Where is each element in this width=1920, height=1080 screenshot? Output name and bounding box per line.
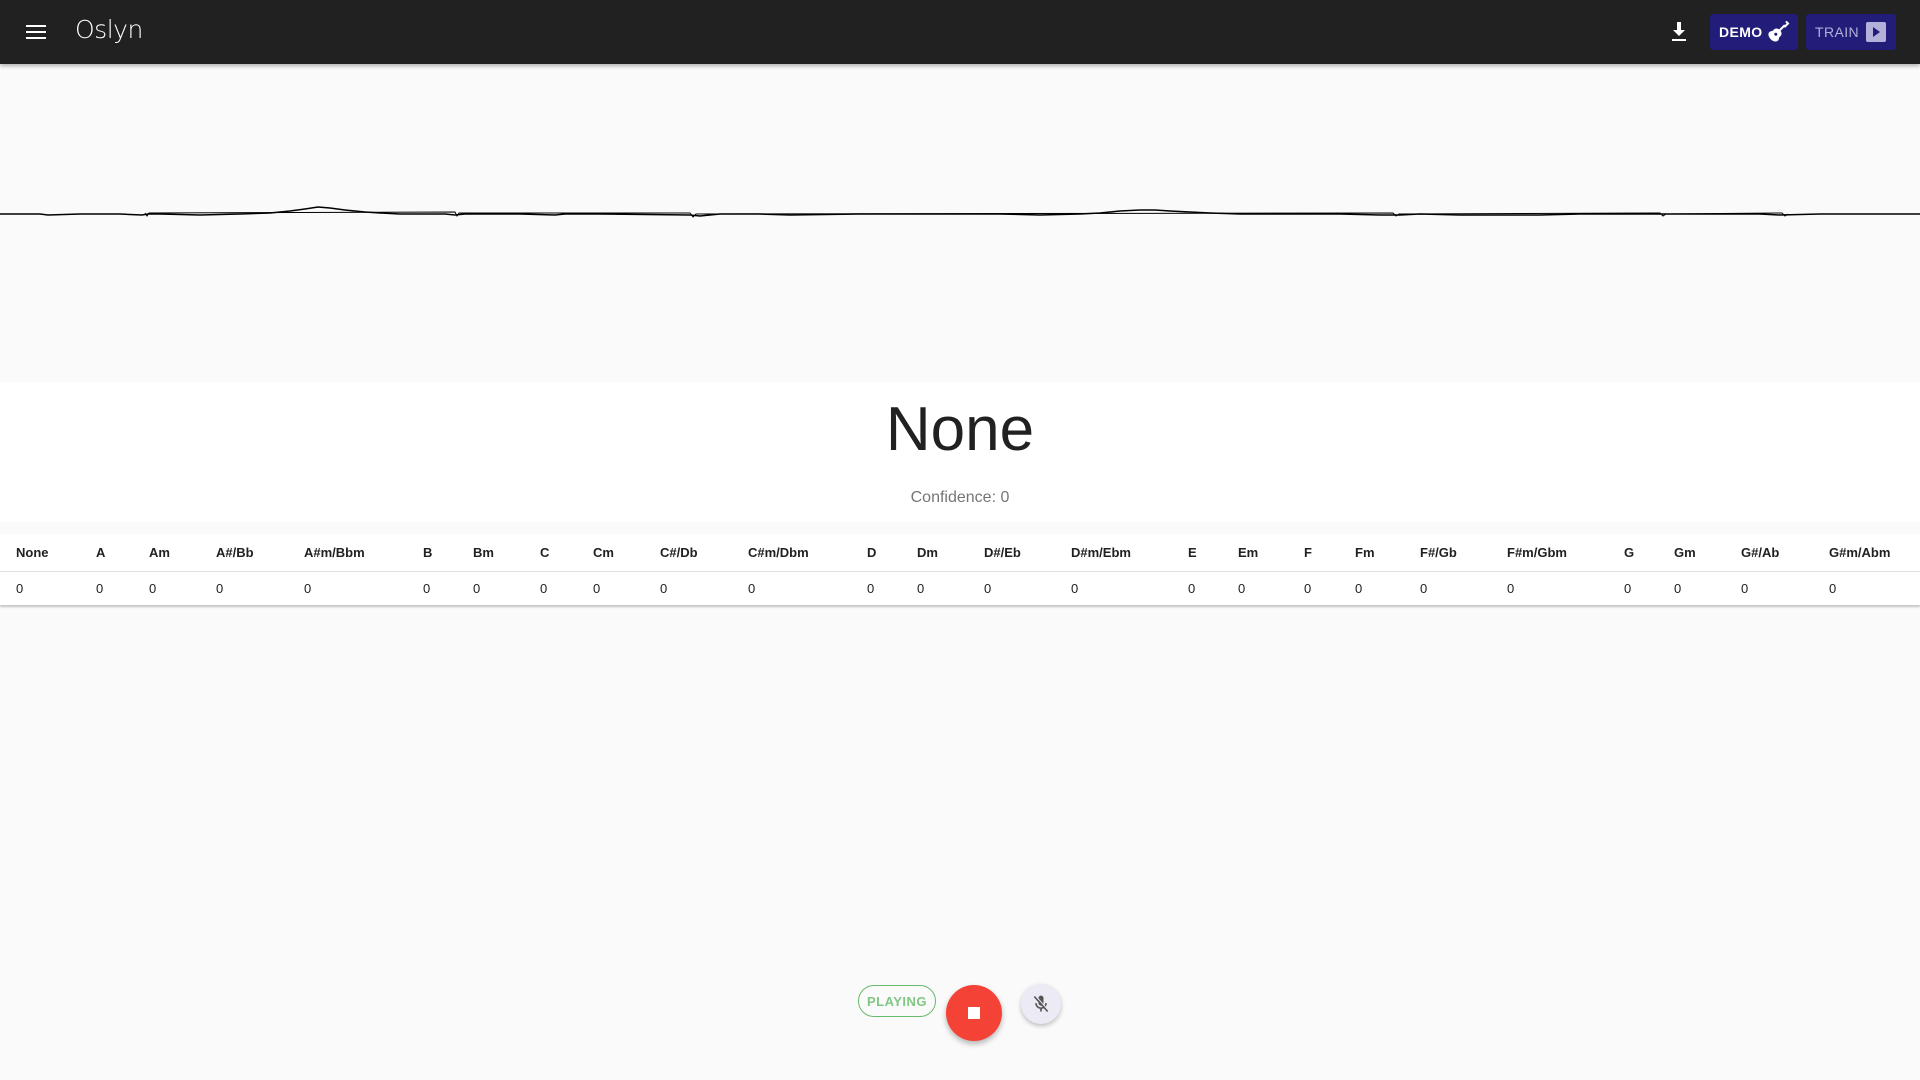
table-cell: 0 <box>304 580 312 596</box>
column-header: F#/Gb <box>1404 534 1491 572</box>
table-row: 0 0 0 0 0 0 0 0 0 0 0 0 0 0 0 0 0 0 0 0 <box>0 571 1920 605</box>
column-header: Gm <box>1658 534 1725 572</box>
column-header: G#/Ab <box>1725 534 1813 572</box>
train-button[interactable]: TRAIN <box>1806 14 1896 50</box>
column-header: D#m/Ebm <box>1055 534 1172 572</box>
table-cell: 0 <box>1624 580 1632 596</box>
table-cell: 0 <box>423 580 431 596</box>
table-cell: 0 <box>593 580 601 596</box>
table-cell: 0 <box>540 580 548 596</box>
column-header: E <box>1172 534 1222 572</box>
table-cell: 0 <box>216 580 224 596</box>
table-cell: 0 <box>1741 580 1749 596</box>
chord-display: None Confidence: 0 <box>0 382 1920 522</box>
column-header: A#/Bb <box>200 534 288 572</box>
demo-label: DEMO <box>1719 24 1763 40</box>
column-header: Am <box>133 534 200 572</box>
table-cell: 0 <box>917 580 925 596</box>
column-header: Bm <box>457 534 524 572</box>
mic-toggle-button[interactable] <box>1021 984 1061 1024</box>
table-cell: 0 <box>1071 580 1079 596</box>
mic-off-icon <box>1033 995 1050 1013</box>
table-cell: 0 <box>984 580 992 596</box>
column-header: A#m/Bbm <box>288 534 407 572</box>
column-header: G <box>1608 534 1658 572</box>
download-button[interactable] <box>1662 16 1696 48</box>
demo-button[interactable]: DEMO <box>1710 14 1798 50</box>
column-header: Fm <box>1339 534 1404 572</box>
confidence-text: Confidence: 0 <box>910 489 1010 506</box>
play-box-icon <box>1864 20 1888 44</box>
table-cell: 0 <box>16 580 24 596</box>
column-header: None <box>0 534 80 572</box>
menu-button[interactable] <box>16 12 56 52</box>
table-cell: 0 <box>1355 580 1363 596</box>
table-cell: 0 <box>1238 580 1246 596</box>
table-cell: 0 <box>1829 580 1837 596</box>
chord-table: None A Am A#/Bb A#m/Bbm B Bm C Cm C#/Db … <box>0 534 1920 605</box>
menu-icon <box>26 25 46 39</box>
table-cell: 0 <box>1507 580 1515 596</box>
table-cell: 0 <box>1420 580 1428 596</box>
table-cell: 0 <box>1304 580 1312 596</box>
column-header: D <box>851 534 901 572</box>
table-cell: 0 <box>96 580 104 596</box>
column-header: B <box>407 534 457 572</box>
table-cell: 0 <box>1188 580 1196 596</box>
table-cell: 0 <box>149 580 157 596</box>
column-header: C#m/Dbm <box>732 534 851 572</box>
column-header: C <box>524 534 577 572</box>
guitar-icon <box>1766 20 1790 44</box>
stop-button[interactable] <box>946 985 1002 1041</box>
column-header: Dm <box>901 534 968 572</box>
app-logo: Oslyn <box>75 15 143 44</box>
table-cell: 0 <box>660 580 668 596</box>
column-header: Em <box>1222 534 1288 572</box>
column-header: F#m/Gbm <box>1491 534 1608 572</box>
app-bar: Oslyn DEMO TRAIN <box>0 0 1920 64</box>
column-header: C#/Db <box>644 534 732 572</box>
table-cell: 0 <box>473 580 481 596</box>
table-cell: 0 <box>1674 580 1682 596</box>
waveform-visualizer <box>0 64 1920 382</box>
table-header-row: None A Am A#/Bb A#m/Bbm B Bm C Cm C#/Db … <box>0 534 1920 572</box>
waveform-line <box>0 206 1920 218</box>
column-header: Cm <box>577 534 644 572</box>
column-header: A <box>80 534 133 572</box>
column-header: D#/Eb <box>968 534 1055 572</box>
column-header: F <box>1288 534 1339 572</box>
download-icon <box>1672 22 1686 41</box>
stop-icon <box>968 1007 980 1019</box>
detected-chord: None <box>885 395 1035 464</box>
column-header: G#m/Abm <box>1813 534 1920 572</box>
train-label: TRAIN <box>1815 24 1859 40</box>
table-cell: 0 <box>867 580 875 596</box>
table-cell: 0 <box>748 580 756 596</box>
playing-status-chip: PLAYING <box>858 985 936 1017</box>
